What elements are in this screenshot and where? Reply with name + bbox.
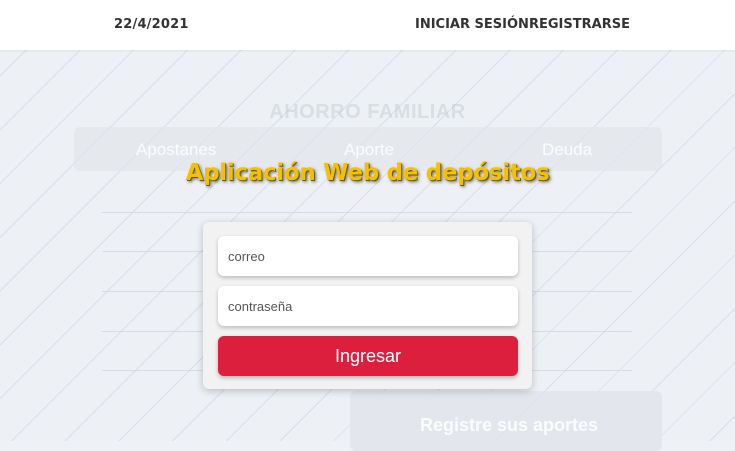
current-date: 22/4/2021 [114, 17, 189, 32]
email-input[interactable] [218, 236, 518, 276]
app-title: Aplicación Web de depósitos [185, 160, 550, 186]
register-link[interactable]: REGISTRARSE [529, 17, 630, 32]
background-register-label: Registre sus aportes [420, 415, 599, 435]
login-link[interactable]: INICIAR SESIÓN [415, 17, 529, 32]
password-input[interactable] [218, 286, 518, 326]
background-tab-aporte: Aporte [344, 140, 395, 159]
login-submit-button[interactable]: Ingresar [218, 336, 518, 376]
login-form: Ingresar [203, 222, 532, 389]
background-page-title: AHORRO FAMILIAR [269, 101, 466, 123]
background-tab-deuda: Deuda [542, 140, 593, 159]
background-divider [102, 212, 632, 213]
background-register-panel: Registre sus aportes [350, 391, 662, 451]
background-tab-apostanes: Apostanes [136, 140, 217, 159]
top-navbar: 22/4/2021 INICIAR SESIÓN REGISTRARSE [0, 0, 735, 50]
